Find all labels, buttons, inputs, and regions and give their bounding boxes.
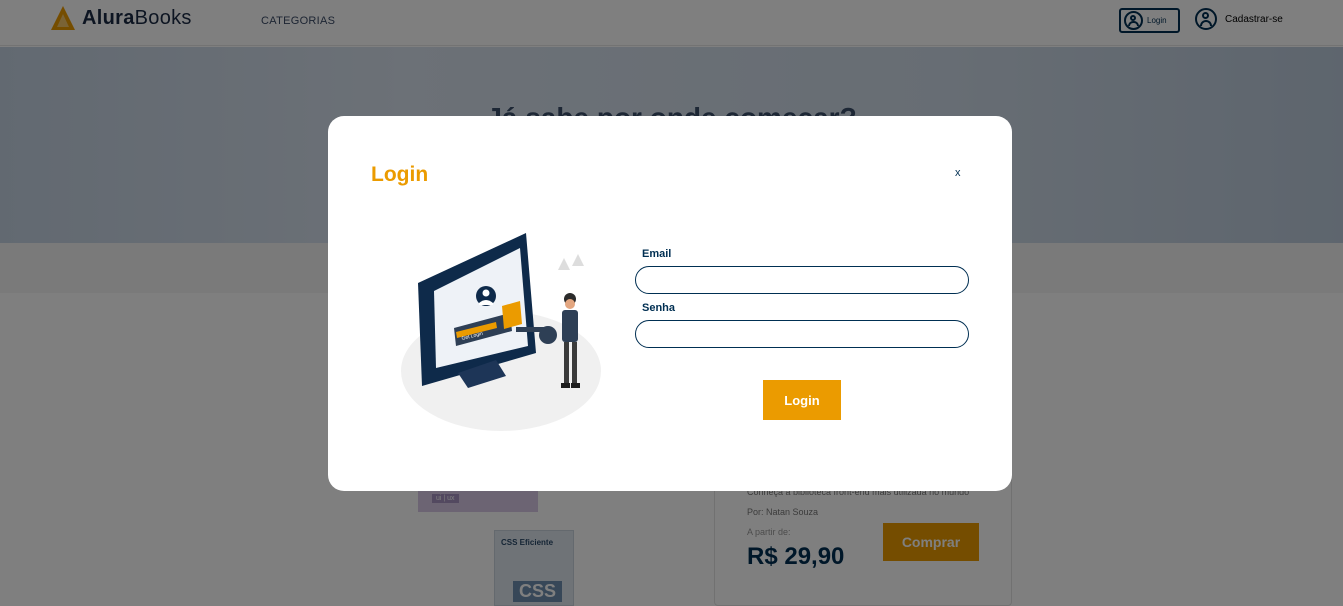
password-field[interactable] bbox=[635, 320, 969, 348]
password-label: Senha bbox=[642, 302, 676, 314]
login-submit-button[interactable]: Login bbox=[763, 380, 841, 420]
email-label: Email bbox=[642, 248, 672, 260]
email-field[interactable] bbox=[635, 266, 969, 294]
login-illustration: Get Login bbox=[401, 233, 601, 431]
close-modal-button[interactable]: x bbox=[955, 167, 961, 179]
modal-title: Login bbox=[371, 163, 429, 186]
login-modal: Login x Get Login Email Senha Login bbox=[328, 116, 1012, 491]
